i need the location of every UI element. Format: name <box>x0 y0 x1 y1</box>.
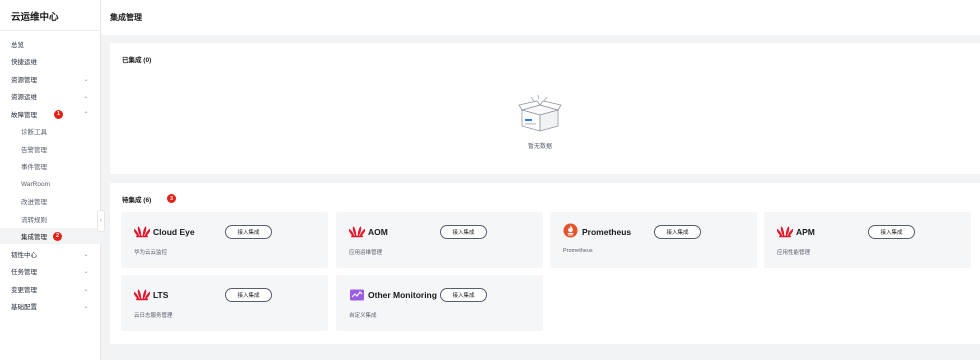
sidebar-item-task-management[interactable]: 任务管理 ⌄ <box>0 263 101 279</box>
sidebar-item-alarm-management[interactable]: 告警管理 <box>0 141 101 157</box>
app-title: 云运维中心 <box>11 12 59 23</box>
sidebar-item-label: 改进管理 <box>21 199 47 206</box>
sidebar-item-label: 快捷运维 <box>11 59 37 66</box>
sidebar-item-label: 资源管理 <box>11 77 37 84</box>
sidebar-item-quick-ops[interactable]: 快捷运维 <box>0 53 101 69</box>
sidebar-item-label: 资源运维 <box>11 94 37 101</box>
chevron-down-icon: ⌄ <box>83 286 89 293</box>
huawei-logo-icon <box>777 226 793 238</box>
connect-integration-button[interactable]: 接入集成 <box>654 225 701 239</box>
sidebar-item-improvement[interactable]: 改进管理 <box>0 193 101 209</box>
integration-card-aom: AOM 接入集成 应用运维管理 <box>336 212 543 268</box>
integrated-panel: 已集成 (0) 暂无数据 <box>110 43 980 174</box>
connect-integration-button[interactable]: 接入集成 <box>225 225 272 239</box>
connect-integration-button[interactable]: 接入集成 <box>225 288 272 302</box>
sidebar-item-overview[interactable]: 总览 <box>0 36 101 52</box>
prometheus-logo-icon <box>563 223 578 238</box>
chevron-down-icon: ⌄ <box>83 76 89 83</box>
page-title: 集成管理 <box>110 13 142 22</box>
sidebar-item-label: 任务管理 <box>11 269 37 276</box>
sidebar-item-resource-management[interactable]: 资源管理 ⌄ <box>0 71 101 87</box>
integration-card-cloud-eye: Cloud Eye 接入集成 华为云云监控 <box>121 212 328 268</box>
card-description: 自定义集成 <box>349 313 377 319</box>
empty-state-text: 暂无数据 <box>527 144 552 150</box>
chevron-up-icon: ⌃ <box>83 111 89 118</box>
chevron-down-icon: ⌄ <box>83 303 89 310</box>
page-header: 集成管理 <box>101 0 980 35</box>
pending-panel: 待集成 (6) 3 Cloud Eye 接入集成 华为云云监控 AOM 接入集成… <box>110 183 980 344</box>
step-badge: 1 <box>54 109 63 119</box>
sidebar-item-label: 总览 <box>11 42 24 49</box>
integrated-section-title: 已集成 (0) <box>122 57 152 64</box>
sidebar: 云运维中心 总览 快捷运维 资源管理 ⌄ 资源运维 ⌄ 故障管理 1 ⌃ 诊断工… <box>0 0 101 360</box>
huawei-logo-icon <box>134 226 150 238</box>
step-badge: 2 <box>53 231 62 241</box>
huawei-logo-icon <box>134 289 150 301</box>
sidebar-item-fault-management[interactable]: 故障管理 1 ⌃ <box>0 106 101 122</box>
card-name: AOM <box>368 227 388 237</box>
connect-integration-button[interactable]: 接入集成 <box>440 288 487 302</box>
card-description: 应用性能管理 <box>777 250 811 256</box>
sidebar-item-basic-config[interactable]: 基础配置 ⌄ <box>0 298 101 314</box>
sidebar-item-integration-management[interactable]: 集成管理 2 <box>0 228 101 244</box>
sidebar-item-label: 流转规则 <box>21 217 47 224</box>
chevron-down-icon: ⌄ <box>83 93 89 100</box>
card-name: Other Monitoring <box>368 290 437 300</box>
integration-card-lts: LTS 接入集成 云日志服务管理 <box>121 275 328 331</box>
sidebar-item-event-management[interactable]: 事件管理 <box>0 158 101 174</box>
card-description: 华为云云监控 <box>134 250 168 256</box>
sidebar-item-label: 事件管理 <box>21 164 47 171</box>
sidebar-item-label: 基础配置 <box>11 304 37 311</box>
sidebar-item-label: 变更管理 <box>11 287 37 294</box>
sidebar-collapse-button[interactable]: ‹ <box>97 210 105 232</box>
chevron-down-icon: ⌄ <box>83 251 89 258</box>
card-description: 应用运维管理 <box>349 250 383 256</box>
chevron-down-icon: ⌄ <box>83 268 89 275</box>
empty-box-icon <box>518 94 562 132</box>
card-name: APM <box>796 227 815 237</box>
card-description: 云日志服务管理 <box>134 313 173 319</box>
sidebar-item-warroom[interactable]: WarRoom <box>0 176 101 192</box>
sidebar-item-resilience-center[interactable]: 韧性中心 ⌄ <box>0 246 101 262</box>
card-description: Prometheus <box>563 248 593 254</box>
connect-integration-button[interactable]: 接入集成 <box>440 225 487 239</box>
integration-card-apm: APM 接入集成 应用性能管理 <box>764 212 971 268</box>
sidebar-item-label: WarRoom <box>21 180 51 188</box>
step-badge: 3 <box>167 194 176 203</box>
card-name: Cloud Eye <box>153 227 195 237</box>
pending-section-title: 待集成 (6) <box>122 197 152 204</box>
sidebar-item-resource-ops[interactable]: 资源运维 ⌄ <box>0 88 101 104</box>
card-name: LTS <box>153 290 169 300</box>
huawei-logo-icon <box>349 226 365 238</box>
connect-integration-button[interactable]: 接入集成 <box>868 225 915 239</box>
sidebar-item-diagnostic-tools[interactable]: 诊断工具 <box>0 123 101 139</box>
monitoring-chart-icon <box>350 289 364 301</box>
sidebar-item-label: 集成管理 <box>21 234 47 241</box>
sidebar-item-label: 韧性中心 <box>11 252 37 259</box>
card-name: Prometheus <box>582 227 632 237</box>
integration-card-prometheus: Prometheus 接入集成 Prometheus <box>550 212 757 268</box>
integration-card-other-monitoring: Other Monitoring 接入集成 自定义集成 <box>336 275 543 331</box>
sidebar-item-label: 告警管理 <box>21 147 47 154</box>
sidebar-item-label: 故障管理 <box>11 112 37 119</box>
sidebar-item-label: 诊断工具 <box>21 129 47 136</box>
sidebar-item-flow-rules[interactable]: 流转规则 <box>0 211 101 227</box>
sidebar-divider <box>0 30 101 31</box>
sidebar-item-change-management[interactable]: 变更管理 ⌄ <box>0 281 101 297</box>
